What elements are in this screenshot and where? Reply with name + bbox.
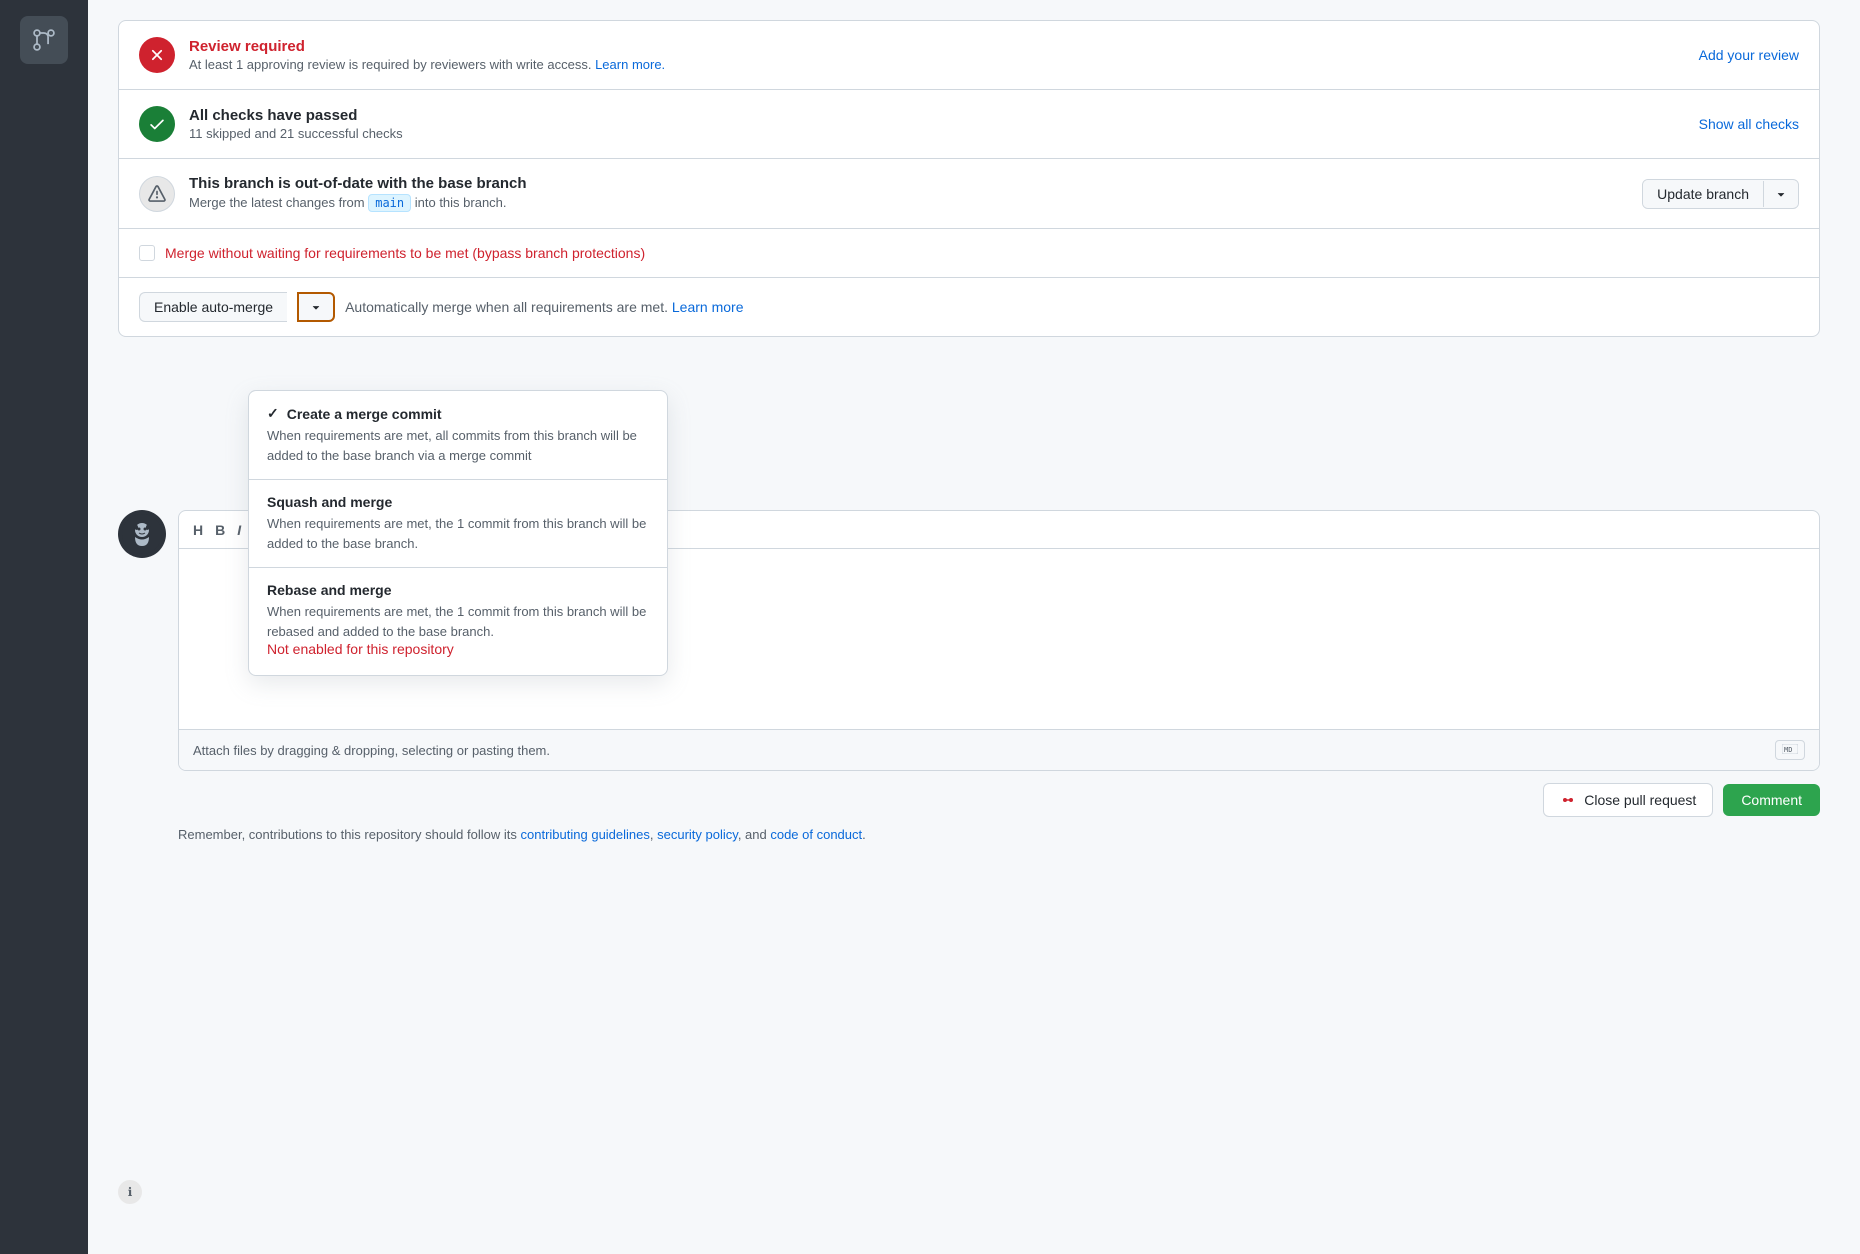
merge-type-dropdown: ✓ Create a merge commit When requirement… [248, 390, 668, 676]
branch-warning-icon [139, 176, 175, 212]
bypass-label: Merge without waiting for requirements t… [165, 245, 645, 261]
review-required-subtitle: At least 1 approving review is required … [189, 57, 1699, 72]
checks-passed-title: All checks have passed [189, 107, 1699, 124]
chevron-down-icon [1774, 187, 1788, 201]
enable-auto-merge-button[interactable]: Enable auto-merge [139, 292, 287, 322]
close-pull-request-button[interactable]: Close pull request [1543, 783, 1713, 817]
rebase-title: Rebase and merge [267, 582, 649, 598]
branch-outdated-subtitle: Merge the latest changes from main into … [189, 194, 1642, 212]
dropdown-item-rebase[interactable]: Rebase and merge When requirements are m… [249, 568, 667, 675]
review-required-text: Review required At least 1 approving rev… [189, 38, 1699, 72]
branch-outdated-text: This branch is out-of-date with the base… [189, 175, 1642, 212]
branch-name-tag: main [368, 194, 411, 212]
attach-files-hint: Attach files by dragging & dropping, sel… [193, 743, 550, 758]
dropdown-arrow-icon [309, 300, 323, 314]
merge-commit-check: ✓ [267, 405, 279, 422]
review-required-row: Review required At least 1 approving rev… [119, 21, 1819, 90]
rebase-desc: When requirements are met, the 1 commit … [267, 602, 649, 641]
warning-triangle-icon [148, 185, 166, 203]
auto-merge-dropdown-toggle[interactable] [297, 292, 335, 322]
code-of-conduct-link[interactable]: code of conduct [770, 827, 862, 842]
update-branch-main-button[interactable]: Update branch [1643, 180, 1763, 208]
update-branch-dropdown-button[interactable] [1763, 181, 1798, 207]
close-pr-icon [1560, 792, 1576, 808]
add-review-action: Add your review [1699, 47, 1799, 63]
merge-commit-title: ✓ Create a merge commit [267, 405, 649, 422]
contributing-guidelines-link[interactable]: contributing guidelines [521, 827, 650, 842]
review-learn-more-link[interactable]: Learn more. [595, 57, 665, 72]
source-control-icon [30, 26, 58, 54]
dropdown-item-merge-commit[interactable]: ✓ Create a merge commit When requirement… [249, 391, 667, 480]
comment-footer: Attach files by dragging & dropping, sel… [179, 729, 1819, 770]
dropdown-item-squash[interactable]: Squash and merge When requirements are m… [249, 480, 667, 568]
italic-icon[interactable]: I [237, 522, 241, 538]
markdown-icon: MD [1782, 744, 1798, 754]
add-your-review-link[interactable]: Add your review [1699, 47, 1799, 63]
auto-merge-description: Automatically merge when all requirement… [345, 299, 743, 315]
user-avatar [118, 510, 166, 558]
checks-passed-text: All checks have passed 11 skipped and 21… [189, 107, 1699, 141]
markdown-badge: MD [1775, 740, 1805, 760]
x-icon [148, 46, 166, 64]
show-all-checks-action: Show all checks [1699, 116, 1799, 132]
heading-icon[interactable]: H [193, 522, 203, 538]
checks-passed-subtitle: 11 skipped and 21 successful checks [189, 126, 1699, 141]
left-sidebar [0, 0, 88, 1254]
bypass-row: Merge without waiting for requirements t… [119, 229, 1819, 278]
review-required-title: Review required [189, 38, 1699, 55]
squash-desc: When requirements are met, the 1 commit … [267, 514, 649, 553]
user-avatar-area [118, 510, 166, 558]
contributing-guidelines-text: Remember, contributions to this reposito… [178, 827, 1820, 842]
comment-button[interactable]: Comment [1723, 784, 1820, 816]
show-all-checks-link[interactable]: Show all checks [1699, 116, 1799, 132]
branch-outdated-row: This branch is out-of-date with the base… [119, 159, 1819, 229]
checks-passed-row: All checks have passed 11 skipped and 21… [119, 90, 1819, 159]
bypass-checkbox[interactable] [139, 245, 155, 261]
review-required-icon [139, 37, 175, 73]
check-icon [148, 115, 166, 133]
branch-outdated-title: This branch is out-of-date with the base… [189, 175, 1642, 192]
merge-checks-section: Review required At least 1 approving rev… [118, 20, 1820, 337]
bold-icon[interactable]: B [215, 522, 225, 538]
squash-title: Squash and merge [267, 494, 649, 510]
security-policy-link[interactable]: security policy [657, 827, 738, 842]
rebase-not-enabled: Not enabled for this repository [267, 641, 649, 657]
auto-merge-learn-more-link[interactable]: Learn more [672, 299, 744, 315]
octocat-avatar [122, 514, 162, 554]
update-branch-action: Update branch [1642, 179, 1799, 209]
sidebar-logo[interactable] [20, 16, 68, 64]
auto-merge-row: Enable auto-merge Automatically merge wh… [119, 278, 1819, 336]
checks-passed-icon [139, 106, 175, 142]
svg-text:MD: MD [1784, 746, 1792, 754]
action-buttons-row: Close pull request Comment [178, 783, 1820, 817]
info-icon-bottom: ℹ [118, 1180, 142, 1204]
update-branch-button[interactable]: Update branch [1642, 179, 1799, 209]
merge-commit-desc: When requirements are met, all commits f… [267, 426, 649, 465]
